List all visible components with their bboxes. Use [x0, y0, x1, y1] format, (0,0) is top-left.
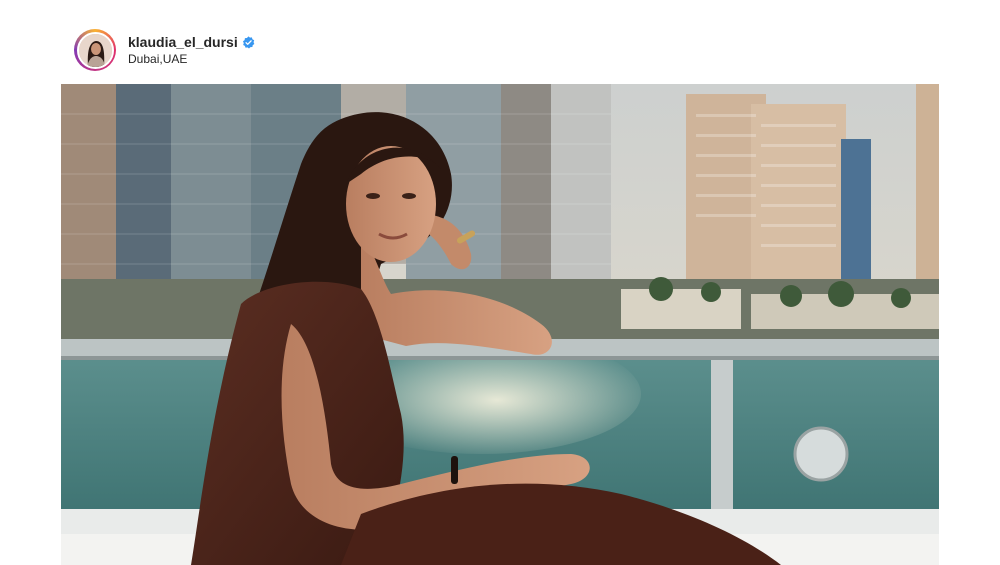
post-photo[interactable] — [61, 84, 939, 565]
username[interactable]: klaudia_el_dursi — [128, 34, 238, 51]
avatar-story-ring[interactable] — [74, 29, 116, 71]
post-header: klaudia_el_dursi Dubai,UAE — [74, 28, 255, 72]
user-info: klaudia_el_dursi Dubai,UAE — [128, 34, 255, 67]
photo-scene — [61, 84, 939, 565]
verified-badge-icon — [242, 35, 255, 49]
location-link[interactable]: Dubai,UAE — [128, 52, 255, 67]
avatar[interactable] — [76, 31, 114, 69]
